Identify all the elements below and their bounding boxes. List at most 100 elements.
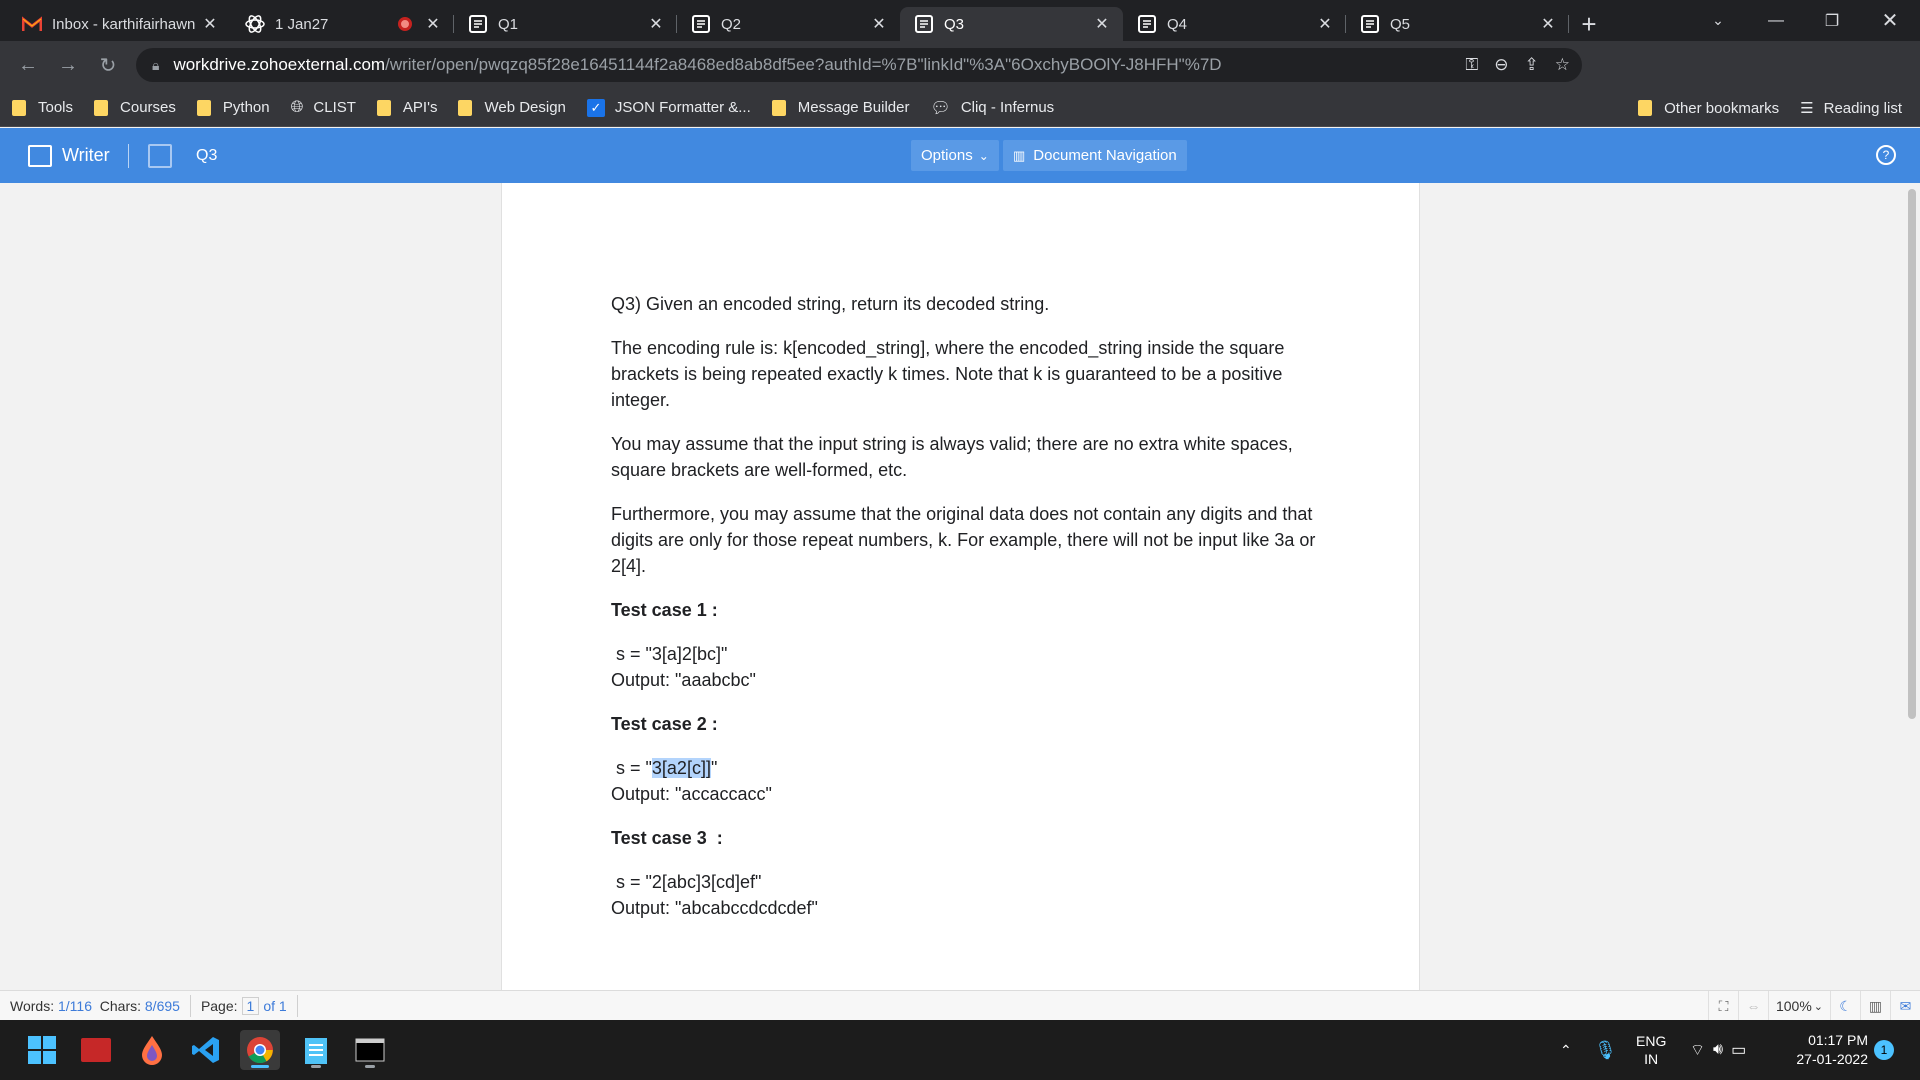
tab-label: Q4 bbox=[1167, 15, 1188, 33]
navigation-icon: ▥ bbox=[1013, 147, 1026, 163]
microphone-icon[interactable]: 🎙︎ bbox=[1594, 1020, 1617, 1080]
bookmark-apis[interactable]: API's bbox=[376, 99, 437, 116]
show-hidden-icons[interactable]: ⌃ bbox=[1560, 1020, 1572, 1080]
vertical-scrollbar[interactable] bbox=[1908, 189, 1916, 719]
test-case-3-input: s = "2[abc]3[cd]ef" bbox=[611, 872, 762, 892]
bookmark-message-builder[interactable]: Message Builder bbox=[771, 99, 910, 116]
writer-logo[interactable]: Writer bbox=[28, 128, 110, 183]
forward-button[interactable]: → bbox=[48, 45, 88, 85]
address-bar[interactable]: 🔒︎ workdrive.zohoexternal.com /writer/op… bbox=[136, 48, 1582, 82]
tab-jan27[interactable]: 1 Jan27 ✕ bbox=[231, 7, 454, 41]
reading-list[interactable]: ☰ Reading list bbox=[1800, 99, 1902, 118]
paragraph: You may assume that the input string is … bbox=[611, 434, 1293, 480]
bookmark-clist[interactable]: 🌐︎ CLIST bbox=[291, 99, 356, 117]
bookmark-cliq[interactable]: 💬︎ Cliq - Infernus bbox=[931, 98, 1055, 118]
options-button[interactable]: Options ⌄ bbox=[911, 140, 999, 171]
new-tab-button[interactable]: + bbox=[1569, 7, 1609, 41]
close-icon[interactable]: ✕ bbox=[647, 15, 665, 33]
bookmark-star-icon[interactable]: ☆ bbox=[1555, 55, 1570, 75]
tab-label: Q3 bbox=[944, 15, 965, 33]
folder-icon bbox=[376, 99, 391, 116]
writer-doc-icon bbox=[468, 14, 488, 34]
tab-q4[interactable]: Q4 ✕ bbox=[1123, 7, 1346, 41]
close-icon[interactable]: ✕ bbox=[424, 15, 442, 33]
close-icon[interactable]: ✕ bbox=[1539, 15, 1557, 33]
test-case-2-title: Test case 2 : bbox=[611, 714, 718, 734]
restore-button[interactable]: ❐ bbox=[1808, 0, 1856, 41]
bookmark-web-design[interactable]: Web Design bbox=[458, 99, 566, 116]
terminal-icon[interactable] bbox=[350, 1030, 390, 1070]
test-case-3-output: Output: "abcabccdcdcdef" bbox=[611, 898, 818, 918]
tab-q2[interactable]: Q2 ✕ bbox=[677, 7, 900, 41]
atom-icon bbox=[245, 14, 265, 34]
zoom-icon[interactable]: ⊖ bbox=[1494, 55, 1508, 75]
test-case-1-input: s = "3[a]2[bc]" bbox=[611, 644, 728, 664]
close-window-button[interactable]: ✕ bbox=[1866, 0, 1914, 41]
wifi-icon: ⌔ bbox=[1690, 1042, 1706, 1059]
feedback-icon[interactable]: ✉ bbox=[1890, 991, 1920, 1021]
test-case-1-title: Test case 1 : bbox=[611, 600, 718, 620]
browser-toolbar: ← → ↻ 🔒︎ workdrive.zohoexternal.com /wri… bbox=[0, 41, 1920, 122]
minimize-button[interactable]: — bbox=[1752, 0, 1800, 41]
page-view-icon[interactable]: ▥ bbox=[1860, 991, 1890, 1021]
close-icon[interactable]: ✕ bbox=[870, 15, 888, 33]
back-button[interactable]: ← bbox=[8, 45, 48, 85]
test-case-2-output: Output: "accaccacc" bbox=[611, 784, 772, 804]
zoom-dropdown[interactable]: 100% ⌄ bbox=[1768, 991, 1830, 1021]
windows-start-icon[interactable] bbox=[22, 1030, 62, 1070]
tab-q1[interactable]: Q1 ✕ bbox=[454, 7, 677, 41]
writer-doc-icon bbox=[1360, 14, 1380, 34]
clock[interactable]: 01:17 PM 27-01-2022 bbox=[1786, 1020, 1868, 1080]
night-mode-icon[interactable]: ☾ bbox=[1830, 991, 1860, 1021]
tab-q5[interactable]: Q5 ✕ bbox=[1346, 7, 1569, 41]
bookmark-python[interactable]: Python bbox=[196, 99, 270, 116]
document-page[interactable]: Q3) Given an encoded string, return its … bbox=[501, 183, 1420, 990]
fullscreen-icon[interactable]: ⛶ bbox=[1708, 991, 1738, 1021]
reload-button[interactable]: ↻ bbox=[88, 45, 128, 85]
battery-icon: ▭ bbox=[1731, 1042, 1747, 1059]
lock-icon: 🔒︎ bbox=[152, 56, 160, 73]
status-bar: Words: 1/116 Chars: 8/695 Page: 1 of 1 ⛶… bbox=[0, 990, 1920, 1021]
tab-q3[interactable]: Q3 ✕ bbox=[900, 7, 1123, 41]
page-number-input[interactable]: 1 bbox=[241, 996, 260, 1015]
test-case-1-output: Output: "aaabcbc" bbox=[611, 670, 756, 690]
notepad-icon[interactable] bbox=[296, 1030, 336, 1070]
writer-doc-icon bbox=[691, 14, 711, 34]
drop-app-icon[interactable] bbox=[132, 1030, 172, 1070]
tab-label: Q5 bbox=[1390, 15, 1411, 33]
bookmark-json-formatter[interactable]: ✓ JSON Formatter &... bbox=[586, 98, 751, 117]
test-case-1: s = "3[a]2[bc]" Output: "aaabcbc" bbox=[611, 641, 1331, 693]
app-red-icon[interactable] bbox=[76, 1030, 116, 1070]
bookmark-courses[interactable]: Courses bbox=[94, 99, 176, 116]
document-icon bbox=[148, 144, 172, 168]
close-icon[interactable]: ✕ bbox=[1316, 15, 1334, 33]
other-bookmarks[interactable]: Other bookmarks bbox=[1638, 100, 1779, 117]
globe-icon: 🌐︎ bbox=[290, 98, 304, 116]
notification-icon[interactable]: 1 bbox=[1874, 1020, 1894, 1080]
volume-icon: 🔊︎ bbox=[1713, 1041, 1724, 1058]
chrome-icon[interactable] bbox=[240, 1030, 280, 1070]
help-icon[interactable]: ? bbox=[1876, 145, 1896, 165]
document-title: Q3 bbox=[196, 146, 218, 164]
document-canvas: Q3) Given an encoded string, return its … bbox=[0, 183, 1920, 990]
close-icon[interactable]: ✕ bbox=[201, 15, 219, 33]
share-icon[interactable]: ⇪ bbox=[1525, 55, 1539, 75]
document-navigation-button[interactable]: ▥ Document Navigation bbox=[1003, 140, 1187, 171]
windows-taskbar: ⌃ 🎙︎ ENG IN ⌔ 🔊︎ ▭ 01:17 PM 27-01-2022 1 bbox=[0, 1020, 1920, 1080]
url-host: workdrive.zohoexternal.com bbox=[173, 55, 386, 74]
tab-search-icon[interactable]: ⌄ bbox=[1694, 0, 1742, 41]
system-status[interactable]: ⌔ 🔊︎ ▭ bbox=[1690, 1020, 1746, 1080]
word-count: Words: 1/116 Chars: 8/695 bbox=[10, 997, 180, 1014]
key-icon[interactable]: ⚿ bbox=[1465, 55, 1478, 75]
language-indicator[interactable]: ENG IN bbox=[1636, 1020, 1666, 1080]
close-icon[interactable]: ✕ bbox=[1093, 15, 1111, 33]
bookmark-tools[interactable]: Tools bbox=[12, 99, 73, 116]
document-body[interactable]: Q3) Given an encoded string, return its … bbox=[611, 291, 1331, 939]
chevron-down-icon: ⌄ bbox=[1813, 1000, 1824, 1013]
fit-width-icon[interactable]: ⇔ bbox=[1738, 991, 1768, 1021]
folder-icon bbox=[12, 99, 26, 116]
vscode-icon[interactable] bbox=[186, 1030, 226, 1070]
bookmarks-bar: Tools Courses Python 🌐︎ CLIST API's Web D… bbox=[0, 89, 1920, 127]
folder-icon bbox=[94, 99, 109, 116]
tab-gmail[interactable]: Inbox - karthifairhawn ✕ bbox=[8, 7, 231, 41]
